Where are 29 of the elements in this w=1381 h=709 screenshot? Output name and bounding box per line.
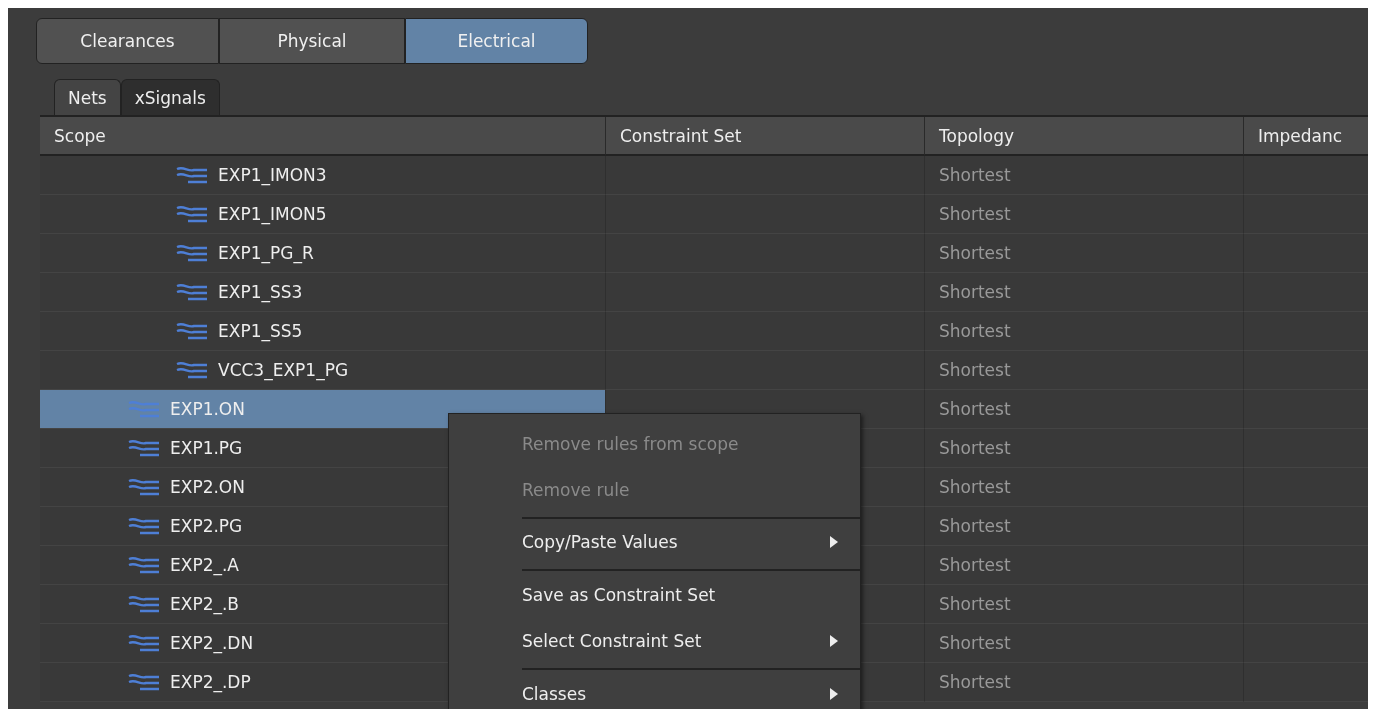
topology-value: Shortest (939, 243, 1011, 263)
topology-value: Shortest (939, 555, 1011, 575)
net-name: EXP1.PG (170, 438, 243, 458)
net-name: VCC3_EXP1_PG (218, 360, 349, 380)
net-name: EXP2_.DP (170, 672, 251, 692)
net-name: EXP2_.DN (170, 633, 254, 653)
topology-value: Shortest (939, 204, 1011, 224)
topology-value: Shortest (939, 321, 1011, 341)
net-name: EXP1_IMON3 (218, 165, 327, 185)
topology-value: Shortest (939, 633, 1011, 653)
menu-item-label: Classes (522, 683, 587, 704)
net-name: EXP1.ON (170, 399, 245, 419)
topology-value: Shortest (939, 165, 1011, 185)
topology-value: Shortest (939, 594, 1011, 614)
net-name: EXP2_.B (170, 594, 240, 614)
topology-value: Shortest (939, 399, 1011, 419)
topology-value: Shortest (939, 438, 1011, 458)
net-name: EXP1_SS3 (218, 282, 303, 302)
topology-value: Shortest (939, 477, 1011, 497)
net-name: EXP1_SS5 (218, 321, 303, 341)
net-name: EXP2_.A (170, 555, 239, 575)
topology-value: Shortest (939, 672, 1011, 692)
net-name: EXP2.ON (170, 477, 245, 497)
net-name: EXP2.PG (170, 516, 243, 536)
topology-value: Shortest (939, 282, 1011, 302)
topology-value: Shortest (939, 360, 1011, 380)
net-name: EXP1_PG_R (218, 243, 314, 263)
topology-value: Shortest (939, 516, 1011, 536)
net-name: EXP1_IMON5 (218, 204, 327, 224)
